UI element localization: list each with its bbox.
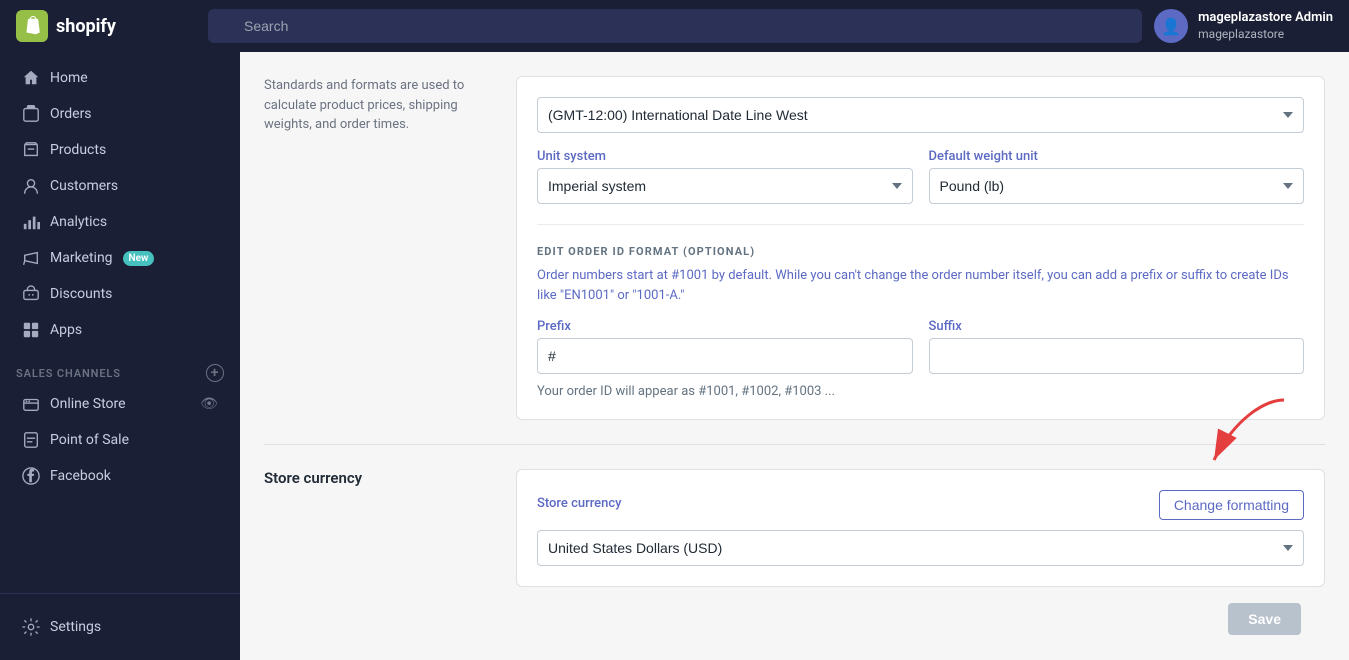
logo-text: shopify xyxy=(56,16,116,37)
standards-label-col: Standards and formats are used to calcul… xyxy=(264,76,484,420)
admin-store: mageplazastore xyxy=(1198,27,1333,43)
sidebar-label-analytics: Analytics xyxy=(50,214,107,230)
search-input[interactable] xyxy=(208,9,1142,43)
unit-system-select[interactable]: Imperial system xyxy=(537,168,913,204)
sidebar-item-facebook[interactable]: Facebook xyxy=(6,458,234,494)
order-id-section-title: EDIT ORDER ID FORMAT (OPTIONAL) xyxy=(537,245,1304,258)
topnav-right: 👤 mageplazastore Admin mageplazastore xyxy=(1154,9,1333,43)
orders-icon xyxy=(22,105,40,123)
currency-header: Store currency Change formatting xyxy=(537,490,1304,520)
suffix-label: Suffix xyxy=(929,319,1305,334)
unit-system-col: Unit system Imperial system xyxy=(537,149,913,204)
standards-desc: Standards and formats are used to calcul… xyxy=(264,76,484,135)
timezone-select[interactable]: (GMT-12:00) International Date Line West xyxy=(537,97,1304,133)
order-id-desc: Order numbers start at #1001 by default.… xyxy=(537,266,1304,305)
sidebar-label-online-store: Online Store xyxy=(50,396,126,412)
standards-settings-row: Standards and formats are used to calcul… xyxy=(264,76,1325,445)
top-navigation: shopify 🔍 👤 mageplazastore Admin magepla… xyxy=(0,0,1349,52)
apps-icon xyxy=(22,321,40,339)
change-formatting-button[interactable]: Change formatting xyxy=(1159,490,1304,520)
sidebar-item-customers[interactable]: Customers xyxy=(6,168,234,204)
timezone-row: (GMT-12:00) International Date Line West xyxy=(537,97,1304,133)
customers-icon xyxy=(22,177,40,195)
prefix-col: Prefix xyxy=(537,319,913,374)
unit-weight-row: Unit system Imperial system Default weig… xyxy=(537,149,1304,204)
section-divider xyxy=(537,224,1304,225)
prefix-suffix-row: Prefix Suffix xyxy=(537,319,1304,374)
sidebar-label-discounts: Discounts xyxy=(50,286,112,302)
sales-channels-label: SALES CHANNELS xyxy=(16,367,121,380)
sidebar-label-facebook: Facebook xyxy=(50,468,111,484)
prefix-input[interactable] xyxy=(537,338,913,374)
save-button[interactable]: Save xyxy=(1228,603,1301,635)
sidebar-label-products: Products xyxy=(50,142,106,158)
sidebar-label-apps: Apps xyxy=(50,322,82,338)
store-currency-section-label: Store currency xyxy=(264,469,484,487)
sidebar-label-home: Home xyxy=(50,70,88,86)
store-currency-panel: Store currency Change formatting United … xyxy=(516,469,1325,587)
sidebar-item-settings[interactable]: Settings xyxy=(6,608,234,646)
marketing-icon xyxy=(22,249,40,267)
weight-unit-label: Default weight unit xyxy=(929,149,1305,164)
settings-label: Settings xyxy=(50,619,101,635)
unit-system-label: Unit system xyxy=(537,149,913,164)
sidebar-label-orders: Orders xyxy=(50,106,92,122)
facebook-icon xyxy=(22,467,40,485)
products-icon xyxy=(22,141,40,159)
admin-name: mageplazastore Admin xyxy=(1198,10,1333,27)
sidebar-label-pos: Point of Sale xyxy=(50,432,129,448)
sidebar-item-marketing[interactable]: Marketing New xyxy=(6,240,234,276)
sidebar-item-point-of-sale[interactable]: Point of Sale xyxy=(6,422,234,458)
sidebar-bottom: Settings xyxy=(0,593,240,652)
prefix-label: Prefix xyxy=(537,319,913,334)
home-icon xyxy=(22,69,40,87)
sidebar-item-online-store[interactable]: Online Store 👁 xyxy=(6,386,234,422)
sidebar-item-products[interactable]: Products xyxy=(6,132,234,168)
weight-unit-select[interactable]: Pound (lb) xyxy=(929,168,1305,204)
store-currency-row: Store currency Store currency Change for… xyxy=(264,445,1325,587)
order-preview: Your order ID will appear as #1001, #100… xyxy=(537,384,1304,399)
eye-icon: 👁 xyxy=(200,396,218,412)
sidebar-item-discounts[interactable]: Discounts xyxy=(6,276,234,312)
sidebar: Home Orders Products Customers Analytics xyxy=(0,52,240,660)
shopify-bag-icon xyxy=(16,10,48,42)
weight-unit-col: Default weight unit Pound (lb) xyxy=(929,149,1305,204)
analytics-icon xyxy=(22,213,40,231)
store-currency-select[interactable]: United States Dollars (USD) xyxy=(537,530,1304,566)
suffix-input[interactable] xyxy=(929,338,1305,374)
pos-icon xyxy=(22,431,40,449)
main-layout: Home Orders Products Customers Analytics xyxy=(0,52,1349,660)
suffix-col: Suffix xyxy=(929,319,1305,374)
sidebar-label-customers: Customers xyxy=(50,178,118,194)
avatar: 👤 xyxy=(1154,9,1188,43)
main-content: Standards and formats are used to calcul… xyxy=(240,52,1349,660)
sidebar-item-analytics[interactable]: Analytics xyxy=(6,204,234,240)
standards-panel: (GMT-12:00) International Date Line West… xyxy=(516,76,1325,420)
settings-gear-icon xyxy=(22,618,40,636)
sidebar-label-marketing: Marketing xyxy=(50,250,113,266)
sidebar-item-home[interactable]: Home xyxy=(6,60,234,96)
store-currency-field-label: Store currency xyxy=(537,496,622,511)
shopify-logo: shopify xyxy=(16,10,196,42)
online-store-icon xyxy=(22,395,40,413)
sales-channels-section: SALES CHANNELS + xyxy=(0,348,240,386)
sidebar-item-orders[interactable]: Orders xyxy=(6,96,234,132)
footer-actions: Save xyxy=(264,587,1325,651)
marketing-new-badge: New xyxy=(123,251,155,266)
discounts-icon xyxy=(22,285,40,303)
admin-info: mageplazastore Admin mageplazastore xyxy=(1198,10,1333,42)
sidebar-item-apps[interactable]: Apps xyxy=(6,312,234,348)
search-wrapper: 🔍 xyxy=(208,9,1142,43)
add-sales-channel-button[interactable]: + xyxy=(206,364,224,382)
store-currency-label-col: Store currency xyxy=(264,469,484,587)
